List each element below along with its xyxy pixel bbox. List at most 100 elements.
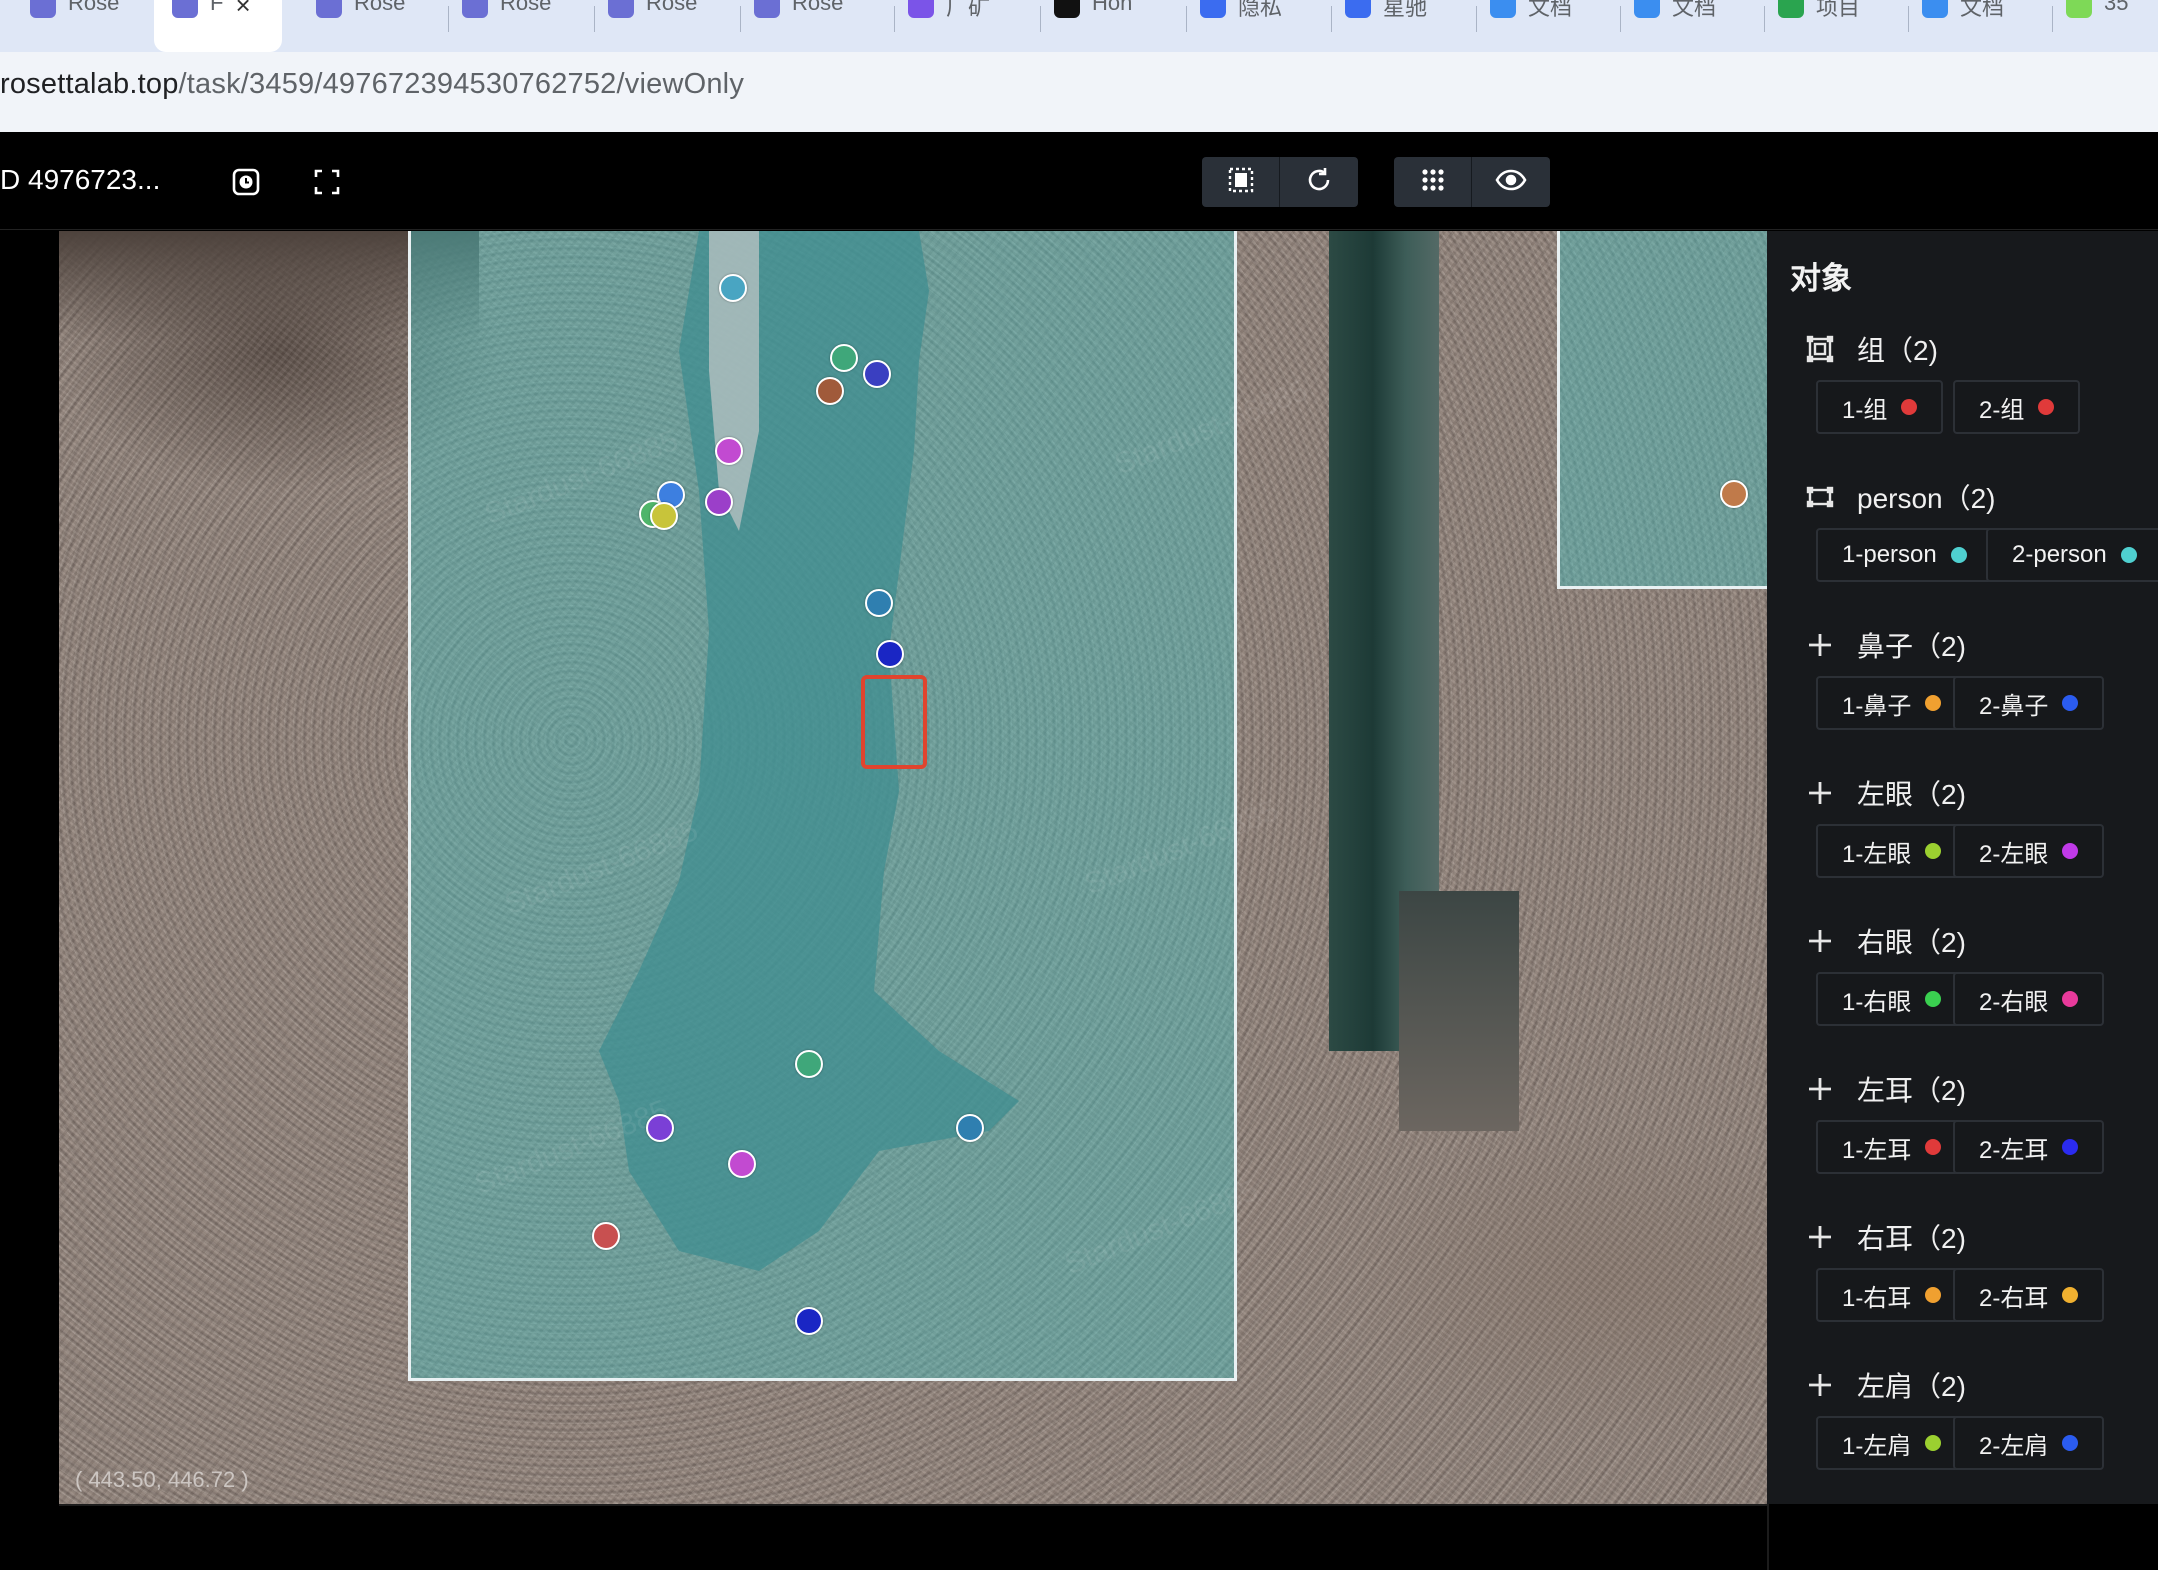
browser-tab-label: 隐私 — [1238, 0, 1283, 20]
object-group-header[interactable]: 左肩（2) — [1805, 1365, 1966, 1405]
keypoint-marker[interactable] — [795, 1050, 823, 1078]
tab-separator — [1331, 6, 1332, 32]
browser-tab[interactable]: 隐私 — [1200, 0, 1310, 52]
object-chip[interactable]: 2-右耳 — [1953, 1268, 2105, 1322]
keypoint-marker[interactable] — [1720, 480, 1748, 508]
object-chip[interactable]: 1-右耳 — [1816, 1268, 1968, 1322]
object-chip[interactable]: 2-person — [1986, 528, 2158, 582]
object-group-header[interactable]: 右眼（2) — [1805, 921, 1966, 961]
eye-button[interactable] — [1472, 157, 1550, 207]
rosetta-icon — [30, 0, 56, 18]
object-chip-label: 2-右耳 — [1979, 1284, 2049, 1312]
keypoint-marker[interactable] — [816, 377, 844, 405]
browser-tab[interactable]: 文档 — [1490, 0, 1600, 52]
keypoint-marker[interactable] — [705, 488, 733, 516]
object-chip[interactable]: 1-组 — [1816, 380, 1944, 434]
object-chip[interactable]: 2-左肩 — [1953, 1416, 2105, 1470]
object-group-label: 左眼（2) — [1857, 779, 1966, 810]
object-group-header[interactable]: 右耳（2) — [1805, 1217, 1966, 1257]
keypoint-marker[interactable] — [650, 502, 678, 530]
url-text[interactable]: rosettalab.top/task/3459/497672394530762… — [0, 68, 744, 101]
select-frame-button[interactable] — [1202, 157, 1280, 207]
address-bar[interactable]: rosettalab.top/task/3459/497672394530762… — [0, 52, 2158, 132]
tab-separator — [1476, 6, 1477, 32]
color-dot — [2062, 695, 2079, 711]
plus-icon — [1805, 926, 1835, 956]
object-chip[interactable]: 1-鼻子 — [1816, 676, 1968, 730]
keypoint-marker[interactable] — [646, 1114, 674, 1142]
keypoint-marker[interactable] — [865, 589, 893, 617]
tab-separator — [1764, 6, 1765, 32]
history-icon[interactable] — [226, 162, 266, 202]
object-group-header[interactable]: person（2) — [1805, 477, 1996, 517]
objects-panel: 对象 组（2) 1-组 2-组 person（2) 1-person 2-person 鼻子… — [1767, 231, 2158, 1504]
browser-tab[interactable]: 厂矿 — [908, 0, 1018, 52]
keypoint-marker[interactable] — [876, 640, 904, 668]
plus-icon — [1805, 1222, 1835, 1252]
object-chip[interactable]: 1-左眼 — [1816, 824, 1968, 878]
keypoint-marker[interactable] — [592, 1222, 620, 1250]
close-tab-icon[interactable]: × — [235, 0, 250, 21]
grid-icon — [1420, 167, 1446, 198]
object-group-label: 组（2) — [1857, 335, 1938, 366]
browser-tab[interactable]: 35 — [2066, 0, 2158, 52]
grid-button[interactable] — [1394, 157, 1472, 207]
object-chip[interactable]: 1-右眼 — [1816, 972, 1968, 1026]
object-chip[interactable]: 2-右眼 — [1953, 972, 2105, 1026]
group-icon — [1805, 334, 1835, 364]
keypoint-marker[interactable] — [719, 274, 747, 302]
browser-tab[interactable]: Rose — [316, 0, 426, 52]
object-chip[interactable]: 1-左耳 — [1816, 1120, 1968, 1174]
cloud-doc-icon — [1922, 0, 1948, 18]
color-dot — [1950, 547, 1967, 563]
annotation-canvas[interactable]: Stardust-66885 Stardust-66885 Stardust-6… — [0, 231, 1767, 1570]
fullscreen-icon[interactable] — [307, 162, 347, 202]
browser-tab[interactable]: Rose — [754, 0, 864, 52]
object-group-header[interactable]: 左耳（2) — [1805, 1069, 1966, 1109]
keypoint-marker[interactable] — [795, 1307, 823, 1335]
select-frame-icon — [1227, 166, 1255, 199]
browser-tab[interactable]: Rose — [30, 0, 140, 52]
keypoint-marker[interactable] — [863, 360, 891, 388]
browser-tab[interactable]: 星驰 — [1345, 0, 1455, 52]
object-chip[interactable]: 1-person — [1816, 528, 1993, 582]
object-group-header[interactable]: 鼻子（2) — [1805, 625, 1966, 665]
browser-tab[interactable]: 文档 — [1634, 0, 1744, 52]
object-group-header[interactable]: 组（2) — [1805, 329, 1938, 369]
browser-tab[interactable]: Hon — [1054, 0, 1164, 52]
object-chip-label: 1-左肩 — [1842, 1432, 1912, 1460]
image-scene[interactable]: Stardust-66885 Stardust-66885 Stardust-6… — [59, 231, 1767, 1504]
color-dot — [2120, 547, 2137, 563]
plus-icon — [1805, 630, 1835, 660]
browser-tab[interactable]: 文档 — [1922, 0, 2032, 52]
browser-tab[interactable]: F × — [154, 0, 282, 52]
tab-separator — [2052, 6, 2053, 32]
object-group-label: 鼻子（2) — [1857, 631, 1966, 662]
keypoint-marker[interactable] — [715, 437, 743, 465]
selection-highlight — [861, 675, 927, 769]
object-chip[interactable]: 2-左眼 — [1953, 824, 2105, 878]
rotate-button[interactable] — [1280, 157, 1358, 207]
object-group-label: 右眼（2) — [1857, 927, 1966, 958]
panel-title: 对象 — [1790, 261, 1852, 296]
keypoint-marker[interactable] — [728, 1150, 756, 1178]
tab-separator — [448, 6, 449, 32]
object-chip[interactable]: 2-左耳 — [1953, 1120, 2105, 1174]
color-dot — [1925, 991, 1942, 1007]
browser-tab[interactable]: 项目 — [1778, 0, 1888, 52]
browser-tab[interactable]: Rose — [608, 0, 718, 52]
color-dot — [2062, 1435, 2079, 1451]
object-chip-label: 1-组 — [1842, 396, 1888, 424]
object-chip[interactable]: 2-鼻子 — [1953, 676, 2105, 730]
keypoint-marker[interactable] — [830, 344, 858, 372]
object-group-label: 左肩（2) — [1857, 1371, 1966, 1402]
browser-tab-label: Rose — [792, 0, 844, 15]
keypoint-marker[interactable] — [956, 1114, 984, 1142]
object-chip-label: 1-左耳 — [1842, 1136, 1912, 1164]
object-chip[interactable]: 1-左肩 — [1816, 1416, 1968, 1470]
browser-tab[interactable]: Rose — [462, 0, 572, 52]
browser-tab-label: F — [210, 0, 224, 15]
object-chip[interactable]: 2-组 — [1953, 380, 2081, 434]
object-group-header[interactable]: 左眼（2) — [1805, 773, 1966, 813]
browser-tab-label: Rose — [500, 0, 552, 15]
